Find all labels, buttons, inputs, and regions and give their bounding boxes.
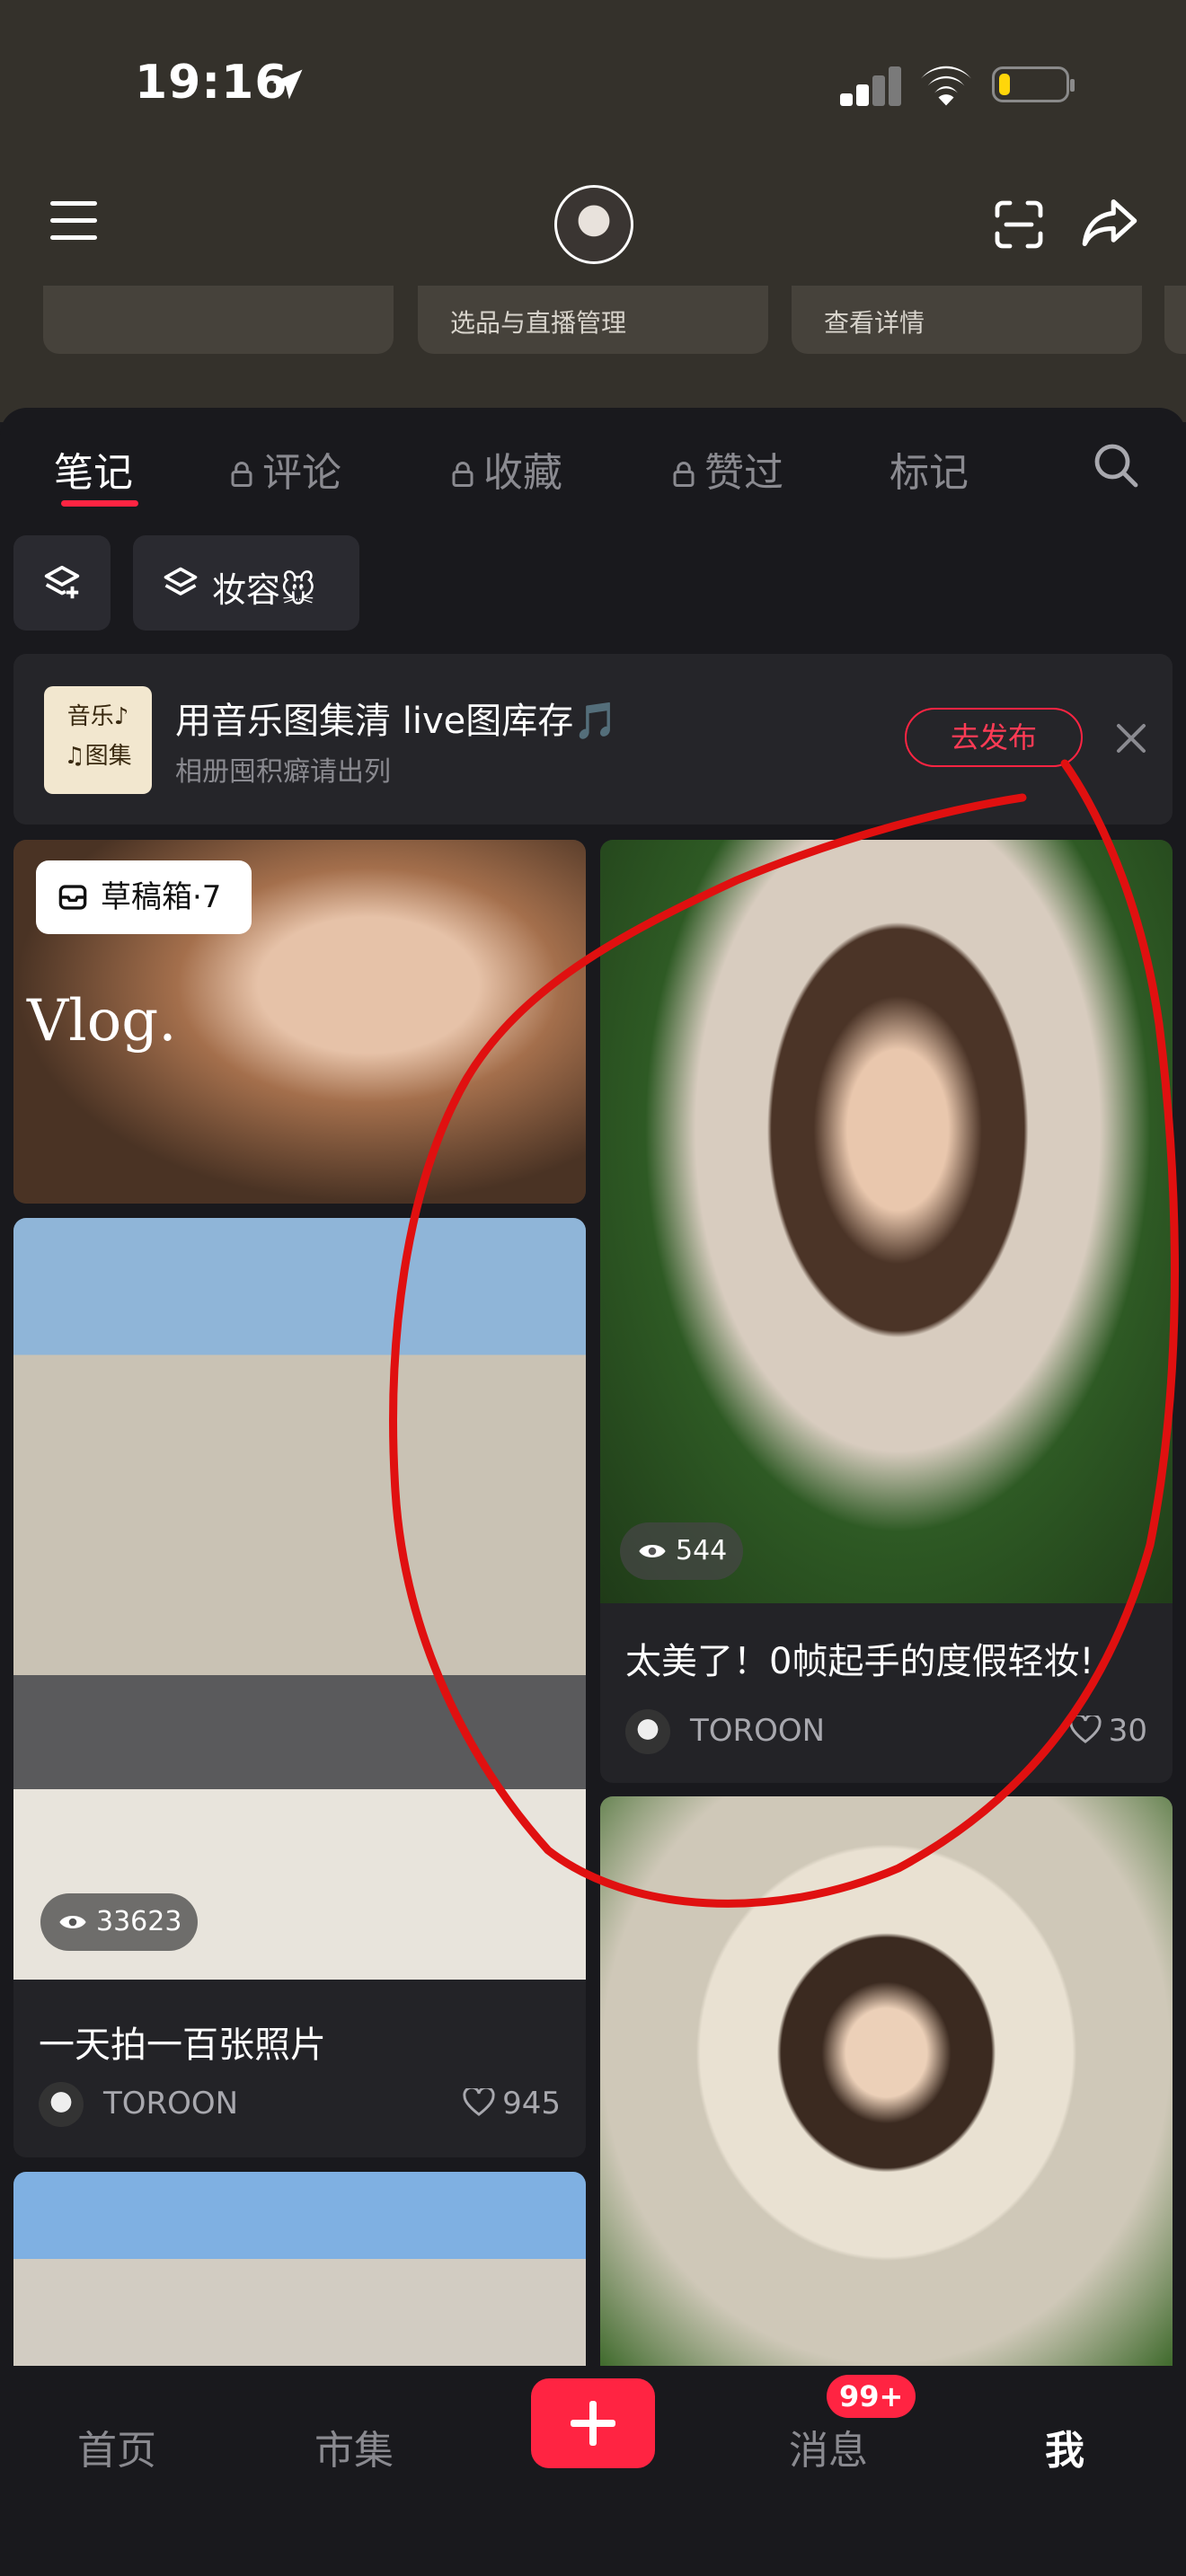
banner-subtitle: 相册囤积癖请出列 [175, 756, 391, 788]
tab-label: 赞过 [704, 450, 783, 496]
drafts-badge[interactable]: 草稿箱·7 [36, 860, 252, 934]
close-icon[interactable] [1113, 720, 1149, 756]
lock-icon [452, 462, 474, 487]
thumb-text-line: ♫图集 [64, 743, 132, 770]
eye-icon [59, 1916, 86, 1928]
create-post-button[interactable] [531, 2378, 655, 2468]
shortcut-cards-row: 选品与直播管理 查看详情 [0, 286, 1186, 354]
tab-label: 笔记 [54, 450, 133, 496]
nav-messages[interactable]: 消息 [789, 2418, 868, 2475]
like-count[interactable]: 30 [1069, 1713, 1147, 1749]
location-arrow-icon [272, 69, 303, 100]
drafts-label: 草稿箱·7 [101, 879, 222, 915]
tab-liked[interactable]: 赞过 [672, 440, 783, 498]
note-card[interactable] [600, 1796, 1173, 2366]
nav-home[interactable]: 首页 [77, 2418, 156, 2475]
tab-comments[interactable]: 评论 [230, 440, 341, 498]
vlog-overlay-text: Vlog. [27, 988, 177, 1054]
share-icon[interactable] [1081, 196, 1138, 250]
messages-badge: 99+ [827, 2375, 916, 2418]
status-time: 19:16 [135, 56, 288, 110]
promo-banner[interactable]: 音乐♪ ♫图集 用音乐图集清 live图库存🎵 相册囤积癖请出列 去发布 [13, 654, 1173, 825]
tab-label: 收藏 [483, 450, 562, 496]
thumb-text-line: 音乐♪ [66, 703, 129, 730]
shortcut-card-partial[interactable] [1164, 286, 1186, 354]
inbox-icon [58, 885, 87, 910]
collection-filter-makeup[interactable]: 妆容🐭 [133, 535, 359, 631]
tab-favorites[interactable]: 收藏 [451, 440, 562, 498]
layers-icon [164, 567, 198, 595]
author-name[interactable]: TOROON [103, 2086, 238, 2122]
scan-icon[interactable] [994, 199, 1044, 250]
profile-avatar[interactable] [554, 185, 633, 264]
add-collection-button[interactable] [13, 535, 111, 631]
shortcut-card[interactable] [43, 286, 394, 354]
note-image [13, 2172, 586, 2366]
eye-icon [639, 1545, 666, 1557]
note-title: 一天拍一百张照片 [39, 2025, 326, 2066]
view-count: 33623 [40, 1893, 199, 1951]
note-card[interactable]: 544 太美了！0帧起手的度假轻妆! TOROON 30 [600, 840, 1173, 1783]
wifi-icon [921, 66, 971, 106]
publish-button[interactable]: 去发布 [905, 708, 1083, 767]
menu-icon[interactable] [47, 199, 101, 243]
nav-me[interactable]: 我 [1045, 2418, 1084, 2475]
view-count: 544 [620, 1522, 744, 1580]
note-image [600, 840, 1173, 1603]
like-count-value: 945 [502, 2086, 561, 2122]
shortcut-card-details[interactable]: 查看详情 [792, 286, 1142, 354]
like-count[interactable]: 945 [463, 2086, 561, 2122]
banner-thumbnail: 音乐♪ ♫图集 [44, 686, 152, 794]
note-title: 太美了！0帧起手的度假轻妆! [625, 1641, 1094, 1682]
profile-tabs: 笔记 评论 收藏 赞过 标记 [0, 408, 1186, 514]
tab-notes[interactable]: 笔记 [54, 440, 133, 498]
heart-icon [1069, 1716, 1102, 1743]
note-image [600, 1796, 1173, 2366]
lock-icon [231, 462, 252, 487]
view-count-value: 544 [676, 1535, 728, 1566]
status-bar: 19:16 [0, 0, 1186, 171]
search-icon[interactable] [1093, 442, 1139, 489]
tab-marked[interactable]: 标记 [890, 440, 969, 498]
tab-label: 评论 [262, 450, 341, 496]
banner-title: 用音乐图集清 live图库存🎵 [175, 701, 619, 742]
author-name[interactable]: TOROON [690, 1713, 825, 1749]
note-image [13, 1218, 586, 1980]
collection-label: 妆容🐭 [212, 570, 316, 610]
layers-add-icon [44, 565, 80, 599]
view-count-value: 33623 [96, 1906, 182, 1937]
author-avatar[interactable] [625, 1709, 670, 1754]
battery-icon [992, 66, 1075, 102]
active-tab-indicator [61, 500, 138, 507]
plus-icon [589, 2401, 597, 2446]
note-card[interactable] [13, 2172, 586, 2366]
note-card[interactable]: 33623 一天拍一百张照片 TOROON 945 [13, 1218, 586, 2157]
lock-icon [673, 462, 695, 487]
tab-label: 标记 [890, 450, 969, 496]
cellular-signal-icon [840, 65, 903, 106]
shortcut-card-label: 查看详情 [824, 308, 925, 338]
shortcut-card-live-management[interactable]: 选品与直播管理 [418, 286, 768, 354]
heart-icon [463, 2088, 495, 2116]
author-avatar[interactable] [39, 2082, 84, 2127]
like-count-value: 30 [1108, 1713, 1147, 1749]
shortcut-card-label: 选品与直播管理 [450, 308, 627, 338]
nav-market[interactable]: 市集 [314, 2418, 394, 2475]
